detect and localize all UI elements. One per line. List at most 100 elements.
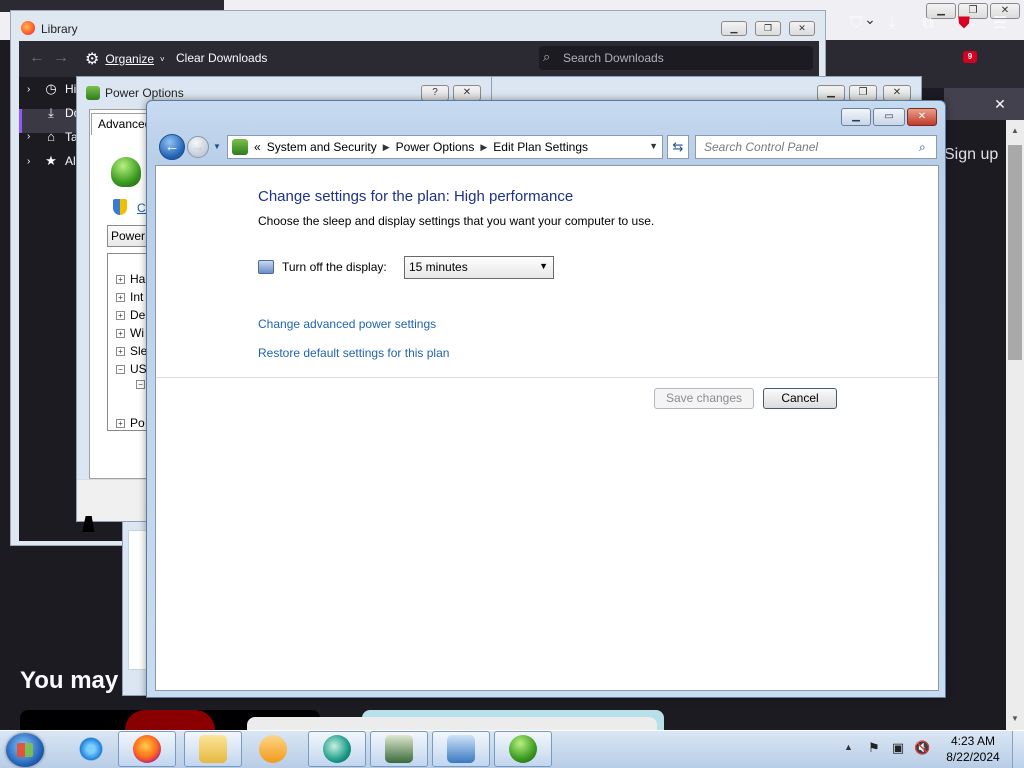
chevron-right-icon: › <box>27 155 31 167</box>
close-button[interactable]: ✕ <box>907 108 937 126</box>
chevron-right-icon[interactable]: ▶ <box>383 142 390 153</box>
chevron-down-icon: ▼ <box>539 261 548 271</box>
scroll-up-icon[interactable]: ▲ <box>1008 124 1022 138</box>
taskbar-app[interactable] <box>308 731 366 767</box>
breadcrumb-system-security[interactable]: System and Security <box>267 140 377 154</box>
download-icon: ⤓ <box>48 105 54 120</box>
clock[interactable]: 4:23 AM 8/22/2024 <box>942 733 1004 765</box>
expand-icon[interactable]: + <box>116 418 125 428</box>
breadcrumb-power-options[interactable]: Power Options <box>396 140 475 154</box>
search-input[interactable]: Search Control Panel <box>695 135 937 159</box>
battery-icon <box>111 157 141 187</box>
tree-row[interactable]: + Int <box>116 290 143 304</box>
save-button[interactable]: Save changes <box>654 388 754 409</box>
taskbar-media-player[interactable] <box>244 731 302 767</box>
help-button[interactable]: ? <box>421 85 449 101</box>
sign-up-link[interactable]: Sign up <box>944 146 998 164</box>
minimize-button[interactable]: ▁ <box>841 108 871 126</box>
tree-item-tags[interactable]: › ⌂ Ta <box>27 129 78 144</box>
maximize-button[interactable]: ▭ <box>873 108 905 126</box>
back-arrow-icon[interactable]: ← <box>29 49 45 67</box>
tree-item-downloads[interactable]: ⤓ Do <box>27 105 80 121</box>
breadcrumb-overflow[interactable]: « <box>254 140 261 154</box>
address-bar[interactable]: « System and Security ▶ Power Options ▶ … <box>227 135 663 159</box>
close-icon[interactable]: ✕ <box>992 96 1008 112</box>
volume-muted-icon[interactable]: 🔇 <box>914 740 930 756</box>
control-panel-window: ▁ ▭ ✕ ← → ▼ « System and Security ▶ Powe… <box>146 100 946 698</box>
tree-item-history[interactable]: › ◷ Hi <box>27 81 76 97</box>
search-icon[interactable]: ⌕ <box>919 140 926 155</box>
tree-item-all-bookmarks[interactable]: › ★ All <box>27 153 78 169</box>
clear-downloads-button[interactable]: Clear Downloads <box>176 51 267 65</box>
taskbar-firefox[interactable] <box>118 731 176 767</box>
display-timeout-select[interactable]: 15 minutes ▼ <box>404 256 554 279</box>
expand-icon[interactable]: + <box>116 346 125 356</box>
extension-badge: 9 <box>963 51 977 63</box>
chevron-down-icon: ˅ <box>160 54 165 64</box>
tree-row[interactable]: + Po <box>116 416 145 430</box>
taskbar-power-options[interactable] <box>494 731 552 767</box>
organize-button[interactable]: ⚙ Organize ˅ <box>85 49 165 69</box>
taskbar-windows-explorer[interactable] <box>184 731 242 767</box>
cancel-button[interactable]: Cancel <box>763 388 837 409</box>
tree-row[interactable]: + Wi <box>116 326 144 340</box>
download-icon[interactable]: ⤓ <box>882 14 902 34</box>
ublock-icon[interactable]: ⛊ <box>954 14 974 34</box>
page-subtitle: Choose the sleep and display settings th… <box>258 214 655 228</box>
shield-icon <box>113 199 127 215</box>
app-icon <box>323 735 351 763</box>
forward-arrow-icon[interactable]: → <box>53 49 69 67</box>
scroll-down-icon[interactable]: ▼ <box>1008 712 1022 726</box>
tree-row[interactable]: + Ha <box>116 272 145 286</box>
expand-icon[interactable]: + <box>116 328 125 338</box>
page-title: Change settings for the plan: High perfo… <box>258 188 574 205</box>
close-button[interactable]: ✕ <box>883 85 911 101</box>
show-hidden-icons-icon[interactable]: ▲ <box>844 742 853 752</box>
task-manager-icon <box>385 735 413 763</box>
windows-logo-icon <box>17 743 33 757</box>
expand-icon[interactable]: + <box>116 274 125 284</box>
refresh-button[interactable]: ⇆ <box>667 135 689 159</box>
restore-button[interactable]: ❐ <box>849 85 877 101</box>
hamburger-menu-icon[interactable]: ☰ <box>990 14 1010 34</box>
tree-row[interactable]: − US <box>116 362 147 376</box>
recommendation-card-image <box>247 717 657 730</box>
minimize-button[interactable]: ▁ <box>721 21 747 36</box>
recent-pages-dropdown[interactable]: ▼ <box>213 142 221 151</box>
window-title: Power Options <box>105 86 184 100</box>
close-button[interactable]: ✕ <box>453 85 481 101</box>
display-icon <box>258 260 274 274</box>
chevron-right-icon[interactable]: ▶ <box>480 142 487 153</box>
expand-icon[interactable]: + <box>116 292 125 302</box>
back-button[interactable]: ← <box>159 134 185 160</box>
forward-button[interactable]: → <box>187 136 209 158</box>
minimize-button[interactable]: ▁ <box>817 85 845 101</box>
tree-row[interactable]: + De <box>116 308 145 322</box>
collapse-icon[interactable]: − <box>136 380 145 389</box>
search-input[interactable]: Search Downloads <box>539 46 813 70</box>
divider <box>156 377 938 378</box>
scrollbar-thumb[interactable] <box>1008 145 1022 360</box>
show-desktop-button[interactable] <box>1012 731 1024 768</box>
taskbar-internet-explorer[interactable] <box>62 731 120 767</box>
extensions-icon[interactable]: ⧉ <box>918 14 938 34</box>
tree-row[interactable]: + Sle <box>116 344 147 358</box>
restore-defaults-link[interactable]: Restore default settings for this plan <box>258 346 449 360</box>
breadcrumb-edit-plan-settings[interactable]: Edit Plan Settings <box>493 140 588 154</box>
restore-button[interactable]: ❐ <box>755 21 781 36</box>
collapse-icon[interactable]: − <box>116 364 125 374</box>
expand-icon[interactable]: + <box>116 310 125 320</box>
advanced-settings-link[interactable]: Change advanced power settings <box>258 317 436 331</box>
clock-time: 4:23 AM <box>950 734 996 748</box>
tree-item-label: Hi <box>65 82 77 96</box>
taskbar-remote-desktop[interactable] <box>432 731 490 767</box>
flag-icon[interactable]: ⚑ <box>866 740 882 756</box>
notification-bar <box>944 88 1024 120</box>
organize-label: Organize <box>105 52 155 66</box>
address-dropdown-icon[interactable]: ▼ <box>649 141 658 151</box>
taskbar-task-manager[interactable] <box>370 731 428 767</box>
tab-advanced[interactable]: Advanced <box>91 113 151 135</box>
network-icon[interactable]: ▣ <box>890 740 906 756</box>
pocket-icon[interactable]: ⛉ <box>846 14 866 34</box>
close-button[interactable]: ✕ <box>789 21 815 36</box>
